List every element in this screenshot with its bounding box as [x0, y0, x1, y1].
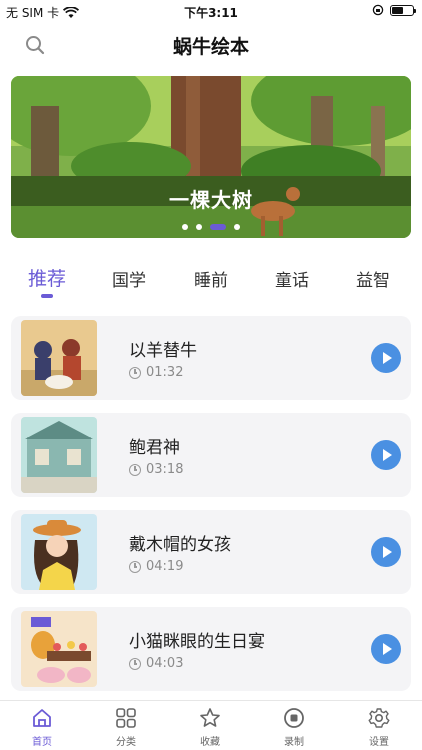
story-card[interactable]: 以羊替牛 01:32: [11, 316, 411, 400]
nav-label: 首页: [32, 737, 52, 748]
play-button[interactable]: [371, 537, 401, 567]
story-thumbnail: [21, 320, 97, 396]
home-icon: [12, 707, 72, 729]
status-time: 下午3:11: [184, 6, 238, 20]
story-title: 戴木帽的女孩: [129, 535, 231, 555]
carousel-dot[interactable]: [196, 224, 202, 230]
carousel-dot[interactable]: [210, 224, 226, 230]
tab-0[interactable]: 推荐: [17, 264, 77, 291]
story-title: 鲍君神: [129, 438, 180, 458]
gear-icon: [349, 707, 409, 729]
nav-label: 设置: [369, 737, 389, 748]
carousel-dot[interactable]: [234, 224, 240, 230]
carousel-indicator: [11, 224, 411, 230]
carousel-dot[interactable]: [182, 224, 188, 230]
story-duration: 03:18: [129, 462, 183, 477]
story-duration: 04:19: [129, 559, 183, 574]
nav-item-home[interactable]: 首页: [12, 707, 72, 748]
nav-item-record[interactable]: 录制: [264, 707, 324, 748]
battery-icon: [390, 4, 416, 16]
tab-2[interactable]: 睡前: [181, 266, 241, 291]
grid-icon: [96, 707, 156, 729]
active-tab-indicator: [41, 294, 53, 298]
story-title: 小猫眯眼的生日宴: [129, 632, 265, 652]
clock-icon: [129, 463, 141, 476]
duration-text: 04:19: [146, 559, 184, 574]
nav-label: 录制: [284, 737, 304, 748]
play-button[interactable]: [371, 440, 401, 470]
duration-text: 01:32: [146, 365, 184, 380]
banner-illustration: [11, 76, 411, 238]
battery-level: [392, 6, 403, 14]
clock-icon: [129, 657, 141, 670]
nav-label: 收藏: [200, 737, 220, 748]
tab-3[interactable]: 童话: [262, 266, 322, 291]
nav-label: 分类: [116, 737, 136, 748]
story-thumbnail: [21, 417, 97, 493]
nav-item-grid[interactable]: 分类: [96, 707, 156, 748]
story-thumbnail: [21, 611, 97, 687]
story-card[interactable]: 小猫眯眼的生日宴 04:03: [11, 607, 411, 691]
story-card[interactable]: 戴木帽的女孩 04:19: [11, 510, 411, 594]
story-thumbnail: [21, 514, 97, 590]
banner-carousel[interactable]: 一棵大树: [11, 76, 411, 238]
clock-icon: [129, 560, 141, 573]
play-button[interactable]: [371, 343, 401, 373]
clock-icon: [129, 366, 141, 379]
tab-1[interactable]: 国学: [99, 266, 159, 291]
story-duration: 01:32: [129, 365, 183, 380]
banner-caption: 一棵大树: [169, 188, 253, 212]
page-title: 蜗牛绘本: [172, 36, 249, 58]
story-title: 以羊替牛: [129, 341, 197, 361]
status-bar: 无 SIM 卡 下午3:11: [0, 0, 422, 22]
star-icon: [180, 707, 240, 729]
nav-item-star[interactable]: 收藏: [180, 707, 240, 748]
tab-4[interactable]: 益智: [343, 266, 403, 291]
nav-item-gear[interactable]: 设置: [349, 707, 409, 748]
record-icon: [264, 707, 324, 729]
rotation-lock-icon: [372, 4, 384, 16]
story-duration: 04:03: [129, 656, 183, 671]
app-header: 蜗牛绘本: [0, 22, 422, 66]
category-tabs: 推荐 国学 睡前 童话 益智: [0, 262, 422, 302]
status-right: [372, 4, 416, 16]
bottom-nav: 首页 分类 收藏 录制 设置: [0, 700, 422, 750]
duration-text: 03:18: [146, 462, 184, 477]
story-card[interactable]: 鲍君神 03:18: [11, 413, 411, 497]
duration-text: 04:03: [146, 656, 184, 671]
play-button[interactable]: [371, 634, 401, 664]
